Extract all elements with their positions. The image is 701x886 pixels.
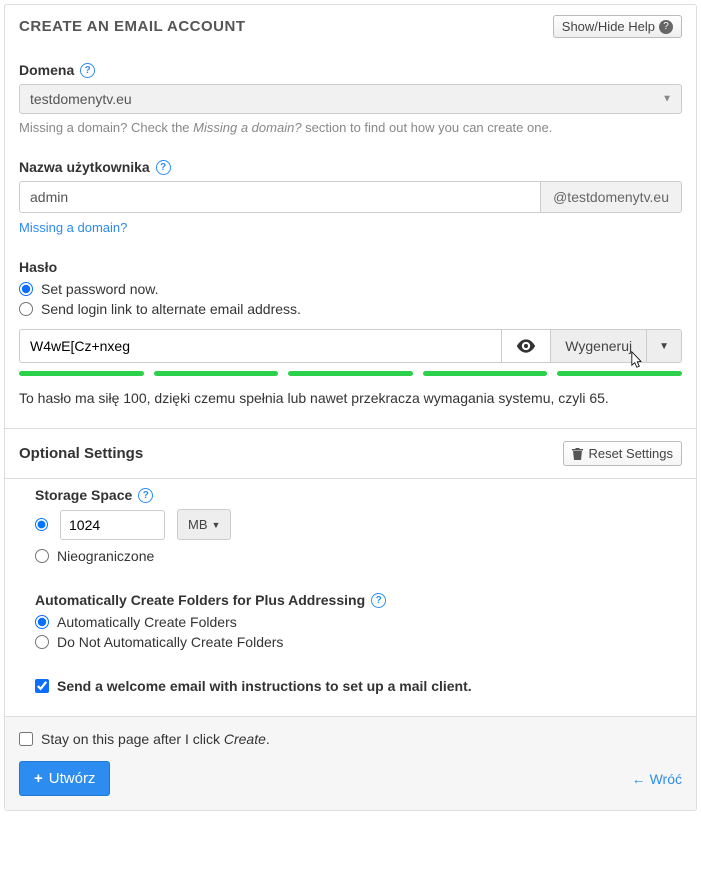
send-login-link-radio[interactable]	[19, 302, 33, 316]
password-strength-meter	[19, 371, 682, 376]
password-input[interactable]	[19, 329, 501, 363]
eye-icon	[516, 339, 536, 353]
help-icon[interactable]: ?	[80, 63, 95, 78]
storage-value-radio[interactable]	[35, 518, 48, 531]
generate-password-button[interactable]: Wygeneruj	[550, 329, 646, 363]
reset-settings-button[interactable]: Reset Settings	[563, 441, 682, 466]
auto-create-folders-radio[interactable]	[35, 615, 49, 629]
welcome-email-checkbox[interactable]	[35, 679, 49, 693]
domain-select[interactable]: testdomenytv.eu	[19, 84, 682, 114]
storage-value-input[interactable]	[60, 510, 165, 540]
back-link[interactable]: ← Wróć	[632, 771, 682, 787]
create-email-panel: CREATE AN EMAIL ACCOUNT Show/Hide Help ?…	[4, 4, 697, 811]
help-icon[interactable]: ?	[156, 160, 171, 175]
set-password-now-radio[interactable]	[19, 282, 33, 296]
plus-icon: +	[34, 770, 43, 787]
domain-hint: Missing a domain? Check the Missing a do…	[19, 120, 682, 135]
reveal-password-button[interactable]	[501, 329, 550, 363]
show-hide-help-button[interactable]: Show/Hide Help ?	[553, 15, 682, 38]
missing-domain-link[interactable]: Missing a domain?	[19, 220, 127, 235]
help-icon[interactable]: ?	[371, 593, 386, 608]
storage-unit-button[interactable]: MB ▼	[177, 509, 231, 540]
panel-title: CREATE AN EMAIL ACCOUNT	[19, 18, 246, 35]
password-strength-note: To hasło ma siłę 100, dzięki czemu spełn…	[19, 390, 682, 406]
storage-space-label: Storage Space ?	[35, 487, 682, 503]
chevron-down-icon: ▼	[659, 341, 669, 352]
no-auto-create-folders-radio[interactable]	[35, 635, 49, 649]
generate-options-button[interactable]: ▼	[646, 329, 682, 363]
arrow-left-icon: ←	[632, 771, 646, 787]
password-label: Hasło	[19, 259, 682, 275]
domain-label: Domena ?	[19, 62, 682, 78]
question-icon: ?	[659, 20, 673, 34]
chevron-down-icon: ▼	[212, 520, 221, 530]
optional-settings-title: Optional Settings	[19, 445, 143, 462]
panel-footer: Stay on this page after I click Create. …	[5, 716, 696, 810]
stay-on-page-checkbox[interactable]	[19, 732, 33, 746]
plus-addressing-label: Automatically Create Folders for Plus Ad…	[35, 592, 682, 608]
username-domain-suffix: @testdomenytv.eu	[541, 181, 682, 213]
storage-unlimited-radio[interactable]	[35, 549, 49, 563]
panel-header: CREATE AN EMAIL ACCOUNT Show/Hide Help ?	[5, 5, 696, 48]
username-input[interactable]	[19, 181, 541, 213]
help-icon[interactable]: ?	[138, 488, 153, 503]
username-label: Nazwa użytkownika ?	[19, 159, 682, 175]
trash-icon	[572, 448, 583, 460]
create-button[interactable]: + Utwórz	[19, 761, 110, 796]
